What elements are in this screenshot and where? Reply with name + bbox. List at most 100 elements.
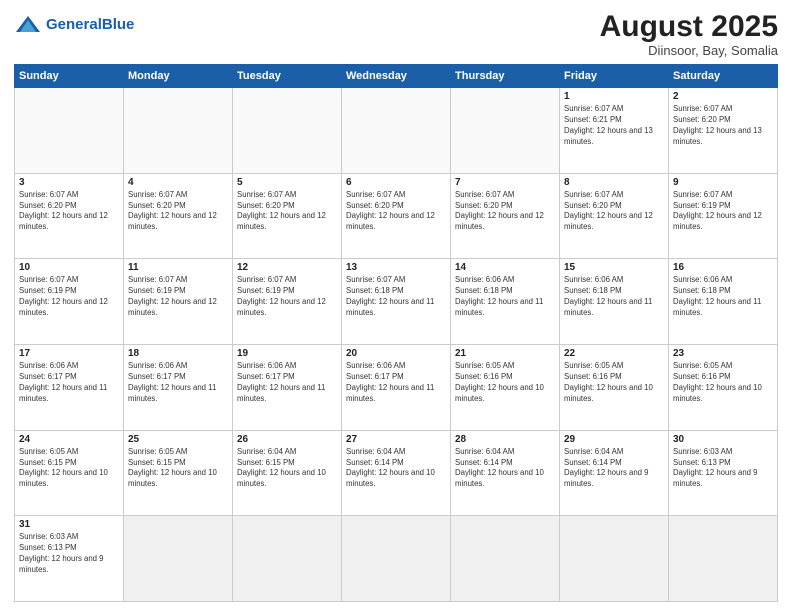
table-row: 26 Sunrise: 6:04 AMSunset: 6:15 PMDayligh… bbox=[233, 430, 342, 516]
calendar-week-row: 31 Sunrise: 6:03 AMSunset: 6:13 PMDayligh… bbox=[15, 516, 778, 602]
day-info: Sunrise: 6:05 AMSunset: 6:16 PMDaylight:… bbox=[673, 361, 773, 405]
page: GeneralBlue August 2025 Diinsoor, Bay, S… bbox=[0, 0, 792, 612]
day-info: Sunrise: 6:05 AMSunset: 6:16 PMDaylight:… bbox=[455, 361, 555, 405]
day-info: Sunrise: 6:07 AMSunset: 6:20 PMDaylight:… bbox=[128, 190, 228, 234]
table-row bbox=[124, 88, 233, 174]
day-number: 9 bbox=[673, 177, 773, 188]
day-info: Sunrise: 6:03 AMSunset: 6:13 PMDaylight:… bbox=[19, 532, 119, 576]
day-info: Sunrise: 6:05 AMSunset: 6:16 PMDaylight:… bbox=[564, 361, 664, 405]
day-info: Sunrise: 6:06 AMSunset: 6:17 PMDaylight:… bbox=[128, 361, 228, 405]
day-info: Sunrise: 6:07 AMSunset: 6:19 PMDaylight:… bbox=[128, 275, 228, 319]
table-row: 18 Sunrise: 6:06 AMSunset: 6:17 PMDayligh… bbox=[124, 344, 233, 430]
table-row: 19Sunrise: 6:06 AMSunset: 6:17 PMDayligh… bbox=[233, 344, 342, 430]
table-row bbox=[451, 516, 560, 602]
day-info: Sunrise: 6:06 AMSunset: 6:18 PMDaylight:… bbox=[673, 275, 773, 319]
day-number: 1 bbox=[564, 91, 664, 102]
day-info: Sunrise: 6:07 AMSunset: 6:20 PMDaylight:… bbox=[564, 190, 664, 234]
table-row: 5 Sunrise: 6:07 AMSunset: 6:20 PMDaylight… bbox=[233, 173, 342, 259]
table-row bbox=[342, 88, 451, 174]
day-number: 10 bbox=[19, 262, 119, 273]
table-row: 2 Sunrise: 6:07 AMSunset: 6:20 PMDaylight… bbox=[669, 88, 778, 174]
table-row: 15Sunrise: 6:06 AMSunset: 6:18 PMDayligh… bbox=[560, 259, 669, 345]
table-row bbox=[451, 88, 560, 174]
day-number: 2 bbox=[673, 91, 773, 102]
calendar-week-row: 3 Sunrise: 6:07 AMSunset: 6:20 PMDaylight… bbox=[15, 173, 778, 259]
table-row: 7Sunrise: 6:07 AMSunset: 6:20 PMDaylight… bbox=[451, 173, 560, 259]
table-row: 13 Sunrise: 6:07 AMSunset: 6:18 PMDayligh… bbox=[342, 259, 451, 345]
day-info: Sunrise: 6:05 AMSunset: 6:15 PMDaylight:… bbox=[19, 447, 119, 491]
logo-text: GeneralBlue bbox=[46, 17, 134, 34]
day-number: 19 bbox=[237, 348, 337, 359]
day-info: Sunrise: 6:03 AMSunset: 6:13 PMDaylight:… bbox=[673, 447, 773, 491]
table-row bbox=[560, 516, 669, 602]
logo-blue: Blue bbox=[102, 16, 135, 33]
day-info: Sunrise: 6:07 AMSunset: 6:20 PMDaylight:… bbox=[19, 190, 119, 234]
col-thursday: Thursday bbox=[451, 65, 560, 88]
col-monday: Monday bbox=[124, 65, 233, 88]
table-row: 4 Sunrise: 6:07 AMSunset: 6:20 PMDaylight… bbox=[124, 173, 233, 259]
col-friday: Friday bbox=[560, 65, 669, 88]
table-row: 30 Sunrise: 6:03 AMSunset: 6:13 PMDayligh… bbox=[669, 430, 778, 516]
table-row: 22 Sunrise: 6:05 AMSunset: 6:16 PMDayligh… bbox=[560, 344, 669, 430]
calendar-table: Sunday Monday Tuesday Wednesday Thursday… bbox=[14, 64, 778, 602]
day-info: Sunrise: 6:07 AMSunset: 6:20 PMDaylight:… bbox=[237, 190, 337, 234]
table-row: 11 Sunrise: 6:07 AMSunset: 6:19 PMDayligh… bbox=[124, 259, 233, 345]
table-row: 3 Sunrise: 6:07 AMSunset: 6:20 PMDaylight… bbox=[15, 173, 124, 259]
day-info: Sunrise: 6:07 AMSunset: 6:19 PMDaylight:… bbox=[19, 275, 119, 319]
day-number: 5 bbox=[237, 177, 337, 188]
table-row: 29Sunrise: 6:04 AMSunset: 6:14 PMDayligh… bbox=[560, 430, 669, 516]
day-info: Sunrise: 6:04 AMSunset: 6:15 PMDaylight:… bbox=[237, 447, 337, 491]
day-info: Sunrise: 6:07 AMSunset: 6:20 PMDaylight:… bbox=[673, 104, 773, 148]
col-tuesday: Tuesday bbox=[233, 65, 342, 88]
day-info: Sunrise: 6:07 AMSunset: 6:18 PMDaylight:… bbox=[346, 275, 446, 319]
day-number: 13 bbox=[346, 262, 446, 273]
day-number: 31 bbox=[19, 519, 119, 530]
col-wednesday: Wednesday bbox=[342, 65, 451, 88]
day-info: Sunrise: 6:04 AMSunset: 6:14 PMDaylight:… bbox=[455, 447, 555, 491]
table-row: 27 Sunrise: 6:04 AMSunset: 6:14 PMDayligh… bbox=[342, 430, 451, 516]
table-row: 31 Sunrise: 6:03 AMSunset: 6:13 PMDayligh… bbox=[15, 516, 124, 602]
day-number: 18 bbox=[128, 348, 228, 359]
table-row: 12 Sunrise: 6:07 AMSunset: 6:19 PMDayligh… bbox=[233, 259, 342, 345]
day-number: 25 bbox=[128, 434, 228, 445]
day-number: 20 bbox=[346, 348, 446, 359]
table-row bbox=[342, 516, 451, 602]
day-number: 4 bbox=[128, 177, 228, 188]
day-number: 3 bbox=[19, 177, 119, 188]
day-number: 23 bbox=[673, 348, 773, 359]
table-row: 23 Sunrise: 6:05 AMSunset: 6:16 PMDayligh… bbox=[669, 344, 778, 430]
table-row: 6Sunrise: 6:07 AMSunset: 6:20 PMDaylight… bbox=[342, 173, 451, 259]
table-row bbox=[124, 516, 233, 602]
page-subtitle: Diinsoor, Bay, Somalia bbox=[600, 43, 778, 58]
day-info: Sunrise: 6:05 AMSunset: 6:15 PMDaylight:… bbox=[128, 447, 228, 491]
day-info: Sunrise: 6:07 AMSunset: 6:19 PMDaylight:… bbox=[237, 275, 337, 319]
col-sunday: Sunday bbox=[15, 65, 124, 88]
day-info: Sunrise: 6:07 AMSunset: 6:21 PMDaylight:… bbox=[564, 104, 664, 148]
day-number: 21 bbox=[455, 348, 555, 359]
table-row: 20Sunrise: 6:06 AMSunset: 6:17 PMDayligh… bbox=[342, 344, 451, 430]
page-title: August 2025 bbox=[600, 10, 778, 43]
day-info: Sunrise: 6:07 AMSunset: 6:19 PMDaylight:… bbox=[673, 190, 773, 234]
day-number: 27 bbox=[346, 434, 446, 445]
table-row: 28 Sunrise: 6:04 AMSunset: 6:14 PMDayligh… bbox=[451, 430, 560, 516]
calendar-week-row: 17Sunrise: 6:06 AMSunset: 6:17 PMDayligh… bbox=[15, 344, 778, 430]
calendar-week-row: 10 Sunrise: 6:07 AMSunset: 6:19 PMDayligh… bbox=[15, 259, 778, 345]
table-row bbox=[15, 88, 124, 174]
table-row: 1 Sunrise: 6:07 AMSunset: 6:21 PMDaylight… bbox=[560, 88, 669, 174]
day-number: 11 bbox=[128, 262, 228, 273]
col-saturday: Saturday bbox=[669, 65, 778, 88]
day-number: 28 bbox=[455, 434, 555, 445]
table-row: 17Sunrise: 6:06 AMSunset: 6:17 PMDayligh… bbox=[15, 344, 124, 430]
day-number: 22 bbox=[564, 348, 664, 359]
calendar-week-row: 1 Sunrise: 6:07 AMSunset: 6:21 PMDaylight… bbox=[15, 88, 778, 174]
table-row: 25 Sunrise: 6:05 AMSunset: 6:15 PMDayligh… bbox=[124, 430, 233, 516]
table-row: 21 Sunrise: 6:05 AMSunset: 6:16 PMDayligh… bbox=[451, 344, 560, 430]
day-number: 12 bbox=[237, 262, 337, 273]
day-number: 26 bbox=[237, 434, 337, 445]
title-block: August 2025 Diinsoor, Bay, Somalia bbox=[600, 10, 778, 58]
day-number: 30 bbox=[673, 434, 773, 445]
day-number: 8 bbox=[564, 177, 664, 188]
day-info: Sunrise: 6:04 AMSunset: 6:14 PMDaylight:… bbox=[346, 447, 446, 491]
day-info: Sunrise: 6:06 AMSunset: 6:17 PMDaylight:… bbox=[19, 361, 119, 405]
day-info: Sunrise: 6:07 AMSunset: 6:20 PMDaylight:… bbox=[455, 190, 555, 234]
